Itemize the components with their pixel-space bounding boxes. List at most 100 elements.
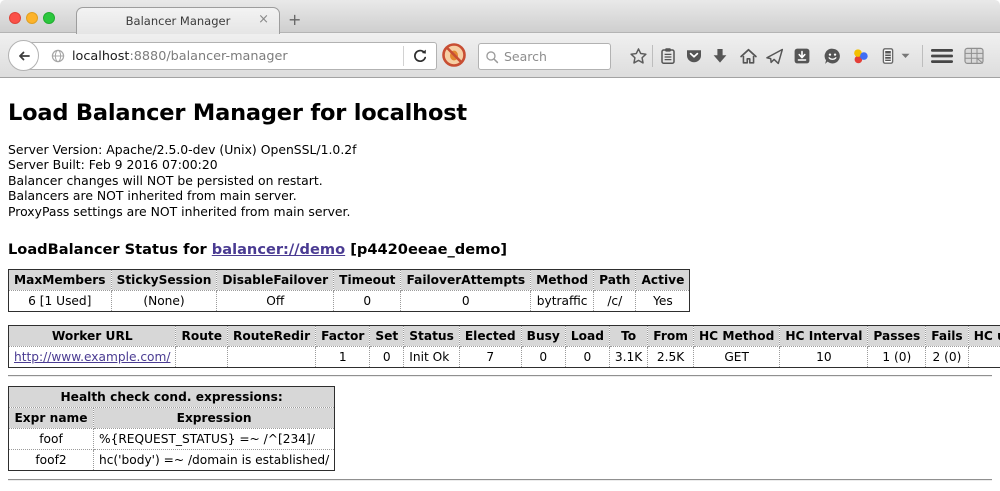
heading-suffix: [p4420eeae_demo] [345,241,507,258]
table-header-row: MaxMembers StickySession DisableFailover… [9,270,690,291]
col-worker-url: Worker URL [9,326,176,347]
cell-hc-interval: 10 [780,347,868,368]
zoom-window-button[interactable] [43,12,55,24]
tab-groups-icon[interactable] [962,46,986,66]
col-status: Status [404,326,460,347]
health-table-title: Health check cond. expressions: [9,387,335,408]
navigation-toolbar: localhost:8880/balancer-manager [0,33,1000,78]
search-input[interactable] [504,49,599,64]
cell-expression: %{REQUEST_STATUS} =~ /^[234]/ [94,429,335,450]
cell-hc-method: GET [693,347,779,368]
tab-bar: Balancer Manager × + [0,0,1000,33]
proxypass-note-line: ProxyPass settings are NOT inherited fro… [8,204,992,219]
cell-passes: 1 (0) [868,347,926,368]
balancer-status-heading: LoadBalancer Status for balancer://demo … [8,241,992,258]
cell-elected: 7 [459,347,521,368]
home-icon[interactable] [738,46,758,66]
url-bar[interactable]: localhost:8880/balancer-manager [24,42,437,70]
reload-icon [412,48,428,64]
cell-factor: 1 [316,347,370,368]
col-expr-name: Expr name [9,408,94,429]
cell-expr-name: foof2 [9,450,94,471]
plugin-blocked-icon[interactable] [441,42,467,68]
col-factor: Factor [316,326,370,347]
reload-button[interactable] [412,48,428,64]
page-title: Load Balancer Manager for localhost [8,100,992,126]
table-row: foof %{REQUEST_STATUS} =~ /^[234]/ [9,429,335,450]
new-tab-button[interactable]: + [288,12,301,28]
col-hc-method: HC Method [693,326,779,347]
table-row: foof2 hc('body') =~ /domain is establish… [9,450,335,471]
cell-active: Yes [636,291,690,312]
col-method: Method [531,270,594,291]
col-maxmembers: MaxMembers [9,270,112,291]
cell-load: 0 [565,347,609,368]
col-hc-uri: HC uri [968,326,1000,347]
col-stickysession: StickySession [111,270,217,291]
table-row: http://www.example.com/ 1 0 Init Ok 7 0 … [9,347,1000,368]
device-battery-icon[interactable] [878,46,898,66]
feedback-smiley-icon[interactable] [822,46,842,66]
col-routeredir: RouteRedir [228,326,316,347]
col-from: From [648,326,694,347]
clipboard-icon[interactable] [658,46,678,66]
pocket-icon[interactable] [684,46,704,66]
section-divider [8,375,992,377]
cell-set: 0 [370,347,404,368]
table-row: 6 [1 Used] (None) Off 0 0 bytraffic /c/ … [9,291,690,312]
balancer-demo-link[interactable]: balancer://demo [212,241,345,258]
col-busy: Busy [521,326,565,347]
download-icon[interactable] [710,46,730,66]
url-text: localhost:8880/balancer-manager [72,49,288,64]
cell-maxmembers: 6 [1 Used] [9,291,112,312]
cell-stickysession: (None) [111,291,217,312]
cell-disablefailover: Off [217,291,334,312]
cell-routeredir [228,347,316,368]
table-header-row: Worker URL Route RouteRedir Factor Set S… [9,326,1000,347]
page-content: Load Balancer Manager for localhost Serv… [0,79,1000,491]
url-path: :8880/balancer-manager [129,49,287,64]
worker-table: Worker URL Route RouteRedir Factor Set S… [8,325,1000,368]
cell-method: bytraffic [531,291,594,312]
inherit-note-line: Balancers are NOT inherited from main se… [8,188,992,203]
close-window-button[interactable] [9,12,21,24]
cell-route [176,347,228,368]
search-box[interactable] [478,43,611,70]
cell-to: 3.1K [609,347,647,368]
minimize-window-button[interactable] [26,12,38,24]
browser-window: Balancer Manager × + localhost:8880/bala… [0,0,1000,491]
table-header-row: Expr name Expression [9,408,335,429]
cell-from: 2.5K [648,347,694,368]
send-page-icon[interactable] [764,46,784,66]
health-check-table: Health check cond. expressions: Expr nam… [8,386,335,471]
server-version-line: Server Version: Apache/2.5.0-dev (Unix) … [8,142,992,157]
urlbar-divider [403,46,404,66]
cell-expression: hc('body') =~ /domain is established/ [94,450,335,471]
bookmark-star-icon[interactable] [628,46,648,66]
col-load: Load [565,326,609,347]
url-domain: localhost [72,49,129,64]
col-passes: Passes [868,326,926,347]
chevron-down-icon[interactable] [899,46,911,66]
worker-url-link[interactable]: http://www.example.com/ [14,350,170,364]
col-failoverattempts: FailoverAttempts [401,270,531,291]
cell-failoverattempts: 0 [401,291,531,312]
heading-prefix: LoadBalancer Status for [8,241,212,258]
bottom-divider [8,479,992,481]
menu-hamburger-icon[interactable] [930,46,954,66]
back-arrow-icon [16,48,32,64]
save-to-device-icon[interactable] [792,46,812,66]
balancer-summary-table: MaxMembers StickySession DisableFailover… [8,269,690,312]
back-button[interactable] [8,40,39,71]
col-hc-interval: HC Interval [780,326,868,347]
color-dots-icon[interactable] [850,46,870,66]
cell-status: Init Ok [404,347,460,368]
cell-hc-uri [968,347,1000,368]
tab-balancer-manager[interactable]: Balancer Manager × [76,7,280,34]
col-route: Route [176,326,228,347]
cell-timeout: 0 [334,291,401,312]
cell-expr-name: foof [9,429,94,450]
col-elected: Elected [459,326,521,347]
col-path: Path [594,270,636,291]
tab-close-icon[interactable]: × [258,13,269,27]
